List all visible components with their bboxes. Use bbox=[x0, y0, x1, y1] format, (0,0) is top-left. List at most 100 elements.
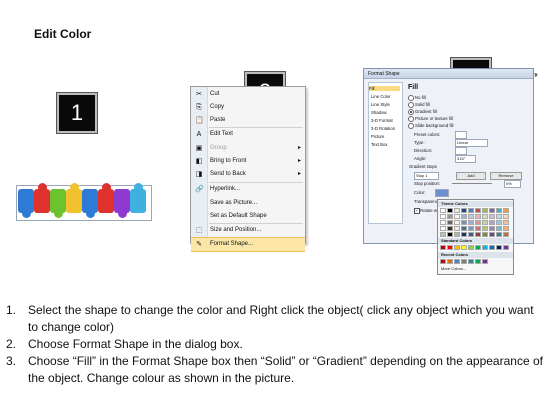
nav-item-3-d-format[interactable]: 3-D Format bbox=[371, 118, 393, 123]
recent-color-swatch[interactable] bbox=[454, 259, 460, 264]
theme-color-swatch[interactable] bbox=[475, 220, 481, 225]
theme-color-swatch[interactable] bbox=[454, 232, 460, 237]
menu-item-paste[interactable]: 📋 Paste bbox=[191, 114, 305, 127]
theme-color-swatch[interactable] bbox=[461, 226, 467, 231]
theme-color-swatch[interactable] bbox=[440, 208, 446, 213]
theme-color-swatch[interactable] bbox=[489, 220, 495, 225]
theme-color-swatch[interactable] bbox=[447, 208, 453, 213]
theme-color-swatch[interactable] bbox=[468, 226, 474, 231]
menu-item-copy[interactable]: ⎘ Copy bbox=[191, 101, 305, 114]
theme-color-swatch[interactable] bbox=[482, 226, 488, 231]
theme-color-swatch[interactable] bbox=[454, 226, 460, 231]
theme-color-swatch[interactable] bbox=[447, 220, 453, 225]
theme-color-swatch[interactable] bbox=[475, 214, 481, 219]
standard-color-swatch[interactable] bbox=[468, 245, 474, 250]
stop-position-input[interactable]: 0% bbox=[504, 180, 521, 188]
theme-color-swatch[interactable] bbox=[461, 208, 467, 213]
nav-item-line-color[interactable]: Line Color bbox=[371, 94, 391, 99]
rotate-checkbox[interactable]: ✓ bbox=[414, 208, 420, 214]
theme-color-swatch[interactable] bbox=[454, 208, 460, 213]
nav-item-line-style[interactable]: Line Style bbox=[371, 102, 390, 107]
menu-item-send-to-back[interactable]: ◨ Send to Back ▸ bbox=[191, 168, 305, 181]
theme-color-swatch[interactable] bbox=[496, 208, 502, 213]
standard-color-swatch[interactable] bbox=[482, 245, 488, 250]
theme-color-swatch[interactable] bbox=[503, 220, 509, 225]
color-picker-button[interactable] bbox=[435, 189, 449, 197]
theme-color-swatch[interactable] bbox=[482, 220, 488, 225]
stop-dropdown[interactable]: Stop 1 bbox=[414, 172, 439, 180]
theme-color-swatch[interactable] bbox=[440, 214, 446, 219]
theme-color-swatch[interactable] bbox=[503, 232, 509, 237]
stop-position-slider[interactable] bbox=[452, 183, 492, 184]
theme-color-swatch[interactable] bbox=[461, 214, 467, 219]
theme-color-swatch[interactable] bbox=[440, 232, 446, 237]
standard-color-swatch[interactable] bbox=[461, 245, 467, 250]
theme-color-swatch[interactable] bbox=[440, 220, 446, 225]
standard-color-swatch[interactable] bbox=[503, 245, 509, 250]
menu-item-set-as-default-shape[interactable]: Set as Default Shape bbox=[191, 210, 305, 223]
radio-gradient-fill[interactable] bbox=[408, 109, 414, 115]
standard-color-swatch[interactable] bbox=[440, 245, 446, 250]
theme-color-swatch[interactable] bbox=[468, 232, 474, 237]
preset-colors-dropdown[interactable] bbox=[455, 131, 467, 139]
theme-color-swatch[interactable] bbox=[468, 208, 474, 213]
theme-color-swatch[interactable] bbox=[447, 214, 453, 219]
menu-item-hyperlink[interactable]: 🔗 Hyperlink... bbox=[191, 183, 305, 196]
radio-picture-or-texture-fill[interactable] bbox=[408, 116, 414, 122]
theme-color-swatch[interactable] bbox=[468, 220, 474, 225]
recent-color-swatch[interactable] bbox=[468, 259, 474, 264]
recent-color-swatch[interactable] bbox=[447, 259, 453, 264]
recent-color-swatch[interactable] bbox=[440, 259, 446, 264]
radio-slide-background-fill[interactable] bbox=[408, 123, 414, 129]
theme-color-swatch[interactable] bbox=[489, 208, 495, 213]
menu-item-size-and-position[interactable]: ⬚ Size and Position... bbox=[191, 224, 305, 237]
puzzle-piece[interactable] bbox=[34, 189, 50, 213]
nav-item-shadow[interactable]: Shadow bbox=[371, 110, 387, 115]
nav-item-text-box[interactable]: Text Box bbox=[371, 142, 387, 147]
theme-color-swatch[interactable] bbox=[468, 214, 474, 219]
recent-color-swatch[interactable] bbox=[482, 259, 488, 264]
theme-color-swatch[interactable] bbox=[503, 208, 509, 213]
theme-color-swatch[interactable] bbox=[496, 220, 502, 225]
more-colors-link[interactable]: More Colors... bbox=[441, 266, 466, 271]
radio-no-fill[interactable] bbox=[408, 95, 414, 101]
recent-color-swatch[interactable] bbox=[461, 259, 467, 264]
standard-color-swatch[interactable] bbox=[496, 245, 502, 250]
nav-item-picture[interactable]: Picture bbox=[371, 134, 384, 139]
puzzle-piece[interactable] bbox=[130, 189, 146, 213]
theme-color-swatch[interactable] bbox=[475, 232, 481, 237]
direction-dropdown[interactable] bbox=[455, 147, 467, 155]
theme-color-swatch[interactable] bbox=[496, 214, 502, 219]
standard-color-swatch[interactable] bbox=[489, 245, 495, 250]
theme-color-swatch[interactable] bbox=[489, 214, 495, 219]
theme-color-swatch[interactable] bbox=[489, 226, 495, 231]
theme-color-swatch[interactable] bbox=[447, 226, 453, 231]
type-dropdown[interactable]: Linear bbox=[455, 139, 488, 147]
puzzle-piece[interactable] bbox=[66, 189, 82, 213]
puzzle-shape[interactable] bbox=[16, 183, 152, 221]
theme-color-swatch[interactable] bbox=[482, 214, 488, 219]
theme-color-swatch[interactable] bbox=[482, 232, 488, 237]
theme-color-swatch[interactable] bbox=[489, 232, 495, 237]
remove-stop-button[interactable]: Remove bbox=[490, 172, 522, 180]
close-icon[interactable]: ✕ bbox=[534, 73, 538, 79]
standard-color-swatch[interactable] bbox=[454, 245, 460, 250]
nav-item-fill[interactable]: Fill bbox=[369, 86, 400, 91]
theme-color-swatch[interactable] bbox=[496, 226, 502, 231]
puzzle-piece[interactable] bbox=[98, 189, 114, 213]
theme-color-swatch[interactable] bbox=[503, 226, 509, 231]
theme-color-swatch[interactable] bbox=[454, 220, 460, 225]
standard-color-swatch[interactable] bbox=[447, 245, 453, 250]
theme-color-swatch[interactable] bbox=[482, 208, 488, 213]
theme-color-swatch[interactable] bbox=[461, 232, 467, 237]
angle-input[interactable]: 315° bbox=[455, 155, 476, 163]
theme-color-swatch[interactable] bbox=[440, 226, 446, 231]
add-stop-button[interactable]: Add bbox=[456, 172, 486, 180]
theme-color-swatch[interactable] bbox=[447, 232, 453, 237]
theme-color-swatch[interactable] bbox=[503, 214, 509, 219]
theme-color-swatch[interactable] bbox=[475, 208, 481, 213]
theme-color-swatch[interactable] bbox=[475, 226, 481, 231]
radio-solid-fill[interactable] bbox=[408, 102, 414, 108]
menu-item-format-shape[interactable]: ✎ Format Shape... bbox=[191, 237, 305, 252]
standard-color-swatch[interactable] bbox=[475, 245, 481, 250]
